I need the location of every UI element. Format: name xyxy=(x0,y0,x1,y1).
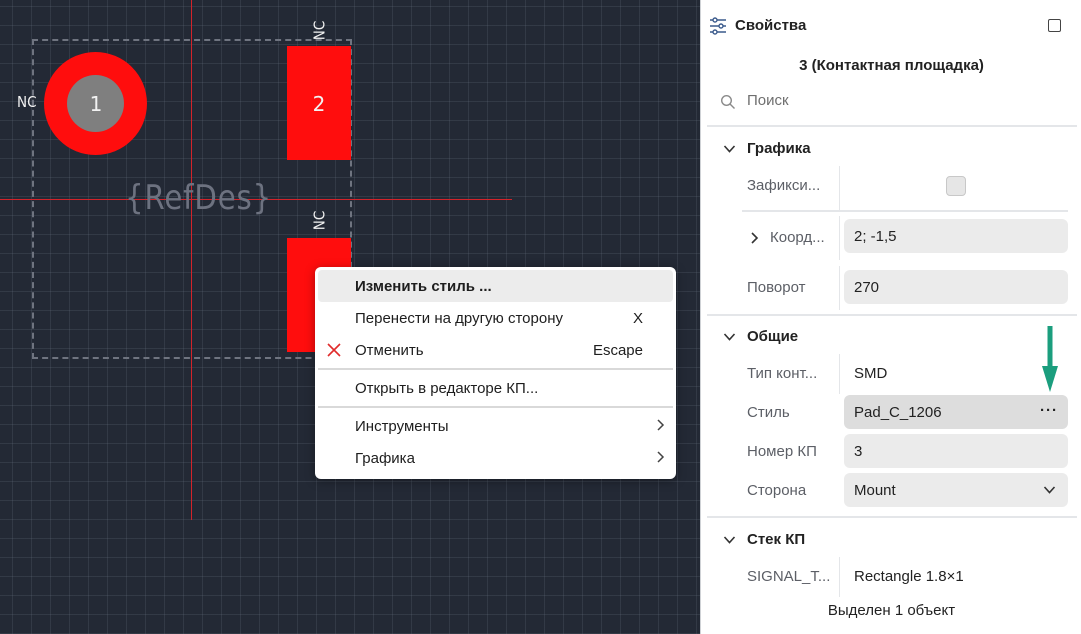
panel-header: Свойства xyxy=(701,0,1081,50)
coords-field[interactable]: 2; -1,5 xyxy=(844,219,1068,253)
section-title: Общие xyxy=(747,328,799,345)
chevron-right-icon xyxy=(655,450,665,468)
divider xyxy=(742,210,1068,212)
context-menu: Изменить стиль ... Перенести на другую с… xyxy=(315,267,676,479)
pad-1-label: 1 xyxy=(89,92,103,116)
rotation-field[interactable]: 270 xyxy=(844,270,1068,304)
column-divider xyxy=(839,354,840,394)
refdes-label: {RefDes} xyxy=(125,178,273,218)
search-input[interactable]: Поиск xyxy=(720,92,789,109)
status-footer: Выделен 1 объект xyxy=(827,602,956,619)
fixed-label: Зафикси... xyxy=(747,177,821,194)
close-icon xyxy=(326,342,342,362)
section-title: Графика xyxy=(747,140,811,157)
menu-item-label: Открыть в редакторе КП... xyxy=(355,379,539,397)
menu-item-move-to-other-side[interactable]: Перенести на другую сторону X xyxy=(318,302,673,334)
section-title: Стек КП xyxy=(747,531,806,548)
menu-item-shortcut: X xyxy=(632,310,643,327)
menu-separator xyxy=(318,368,673,370)
style-value: Pad_C_1206 xyxy=(854,403,942,421)
style-field[interactable]: Pad_C_1206 ··· xyxy=(844,395,1068,429)
column-divider xyxy=(839,266,840,310)
menu-item-label: Графика xyxy=(355,449,415,467)
pad-number-label: Номер КП xyxy=(747,443,817,460)
sliders-icon xyxy=(708,16,728,41)
properties-panel: Свойства 3 (Контактная площадка) Поиск Г… xyxy=(700,0,1081,634)
pad-2-label: 2 xyxy=(312,92,326,116)
menu-item-graphics[interactable]: Графика xyxy=(318,442,673,474)
chevron-down-icon xyxy=(1043,486,1056,494)
coords-value: 2; -1,5 xyxy=(854,227,897,245)
search-icon xyxy=(720,94,735,109)
signal-label: SIGNAL_T... xyxy=(747,568,831,585)
pad-number-value: 3 xyxy=(854,442,863,460)
section-general[interactable]: Общие xyxy=(723,328,798,345)
section-graphics[interactable]: Графика xyxy=(723,140,811,157)
side-select[interactable]: Mount xyxy=(844,473,1068,507)
side-label: Сторона xyxy=(747,482,807,499)
nc-label-pad-1: NC xyxy=(17,93,37,111)
menu-item-label: Перенести на другую сторону xyxy=(355,309,563,327)
pad-type-value: SMD xyxy=(854,365,888,382)
nc-label-pad-3: NC xyxy=(310,210,329,231)
rotation-value: 270 xyxy=(854,278,880,296)
menu-item-shortcut: Escape xyxy=(592,342,643,359)
object-title: 3 (Контактная площадка) xyxy=(799,57,984,74)
chevron-right-icon xyxy=(751,232,759,244)
menu-item-label: Изменить стиль ... xyxy=(355,277,492,295)
menu-item-change-style[interactable]: Изменить стиль ... xyxy=(318,270,673,302)
fixed-checkbox[interactable] xyxy=(946,176,966,196)
side-value: Mount xyxy=(854,481,896,499)
menu-item-tools[interactable]: Инструменты xyxy=(318,410,673,442)
divider xyxy=(707,516,1077,518)
style-label: Стиль xyxy=(747,404,790,421)
more-button[interactable]: ··· xyxy=(1040,402,1058,419)
menu-item-open-in-pad-editor[interactable]: Открыть в редакторе КП... xyxy=(318,372,673,404)
signal-value: Rectangle 1.8×1 xyxy=(854,568,964,585)
chevron-down-icon xyxy=(723,333,736,341)
maximize-icon[interactable] xyxy=(1048,19,1061,32)
menu-item-cancel[interactable]: Отменить Escape xyxy=(318,334,673,366)
divider xyxy=(707,125,1077,127)
search-placeholder: Поиск xyxy=(747,92,789,109)
section-pad-stack[interactable]: Стек КП xyxy=(723,531,805,548)
menu-separator xyxy=(318,406,673,408)
chevron-right-icon xyxy=(655,418,665,436)
menu-item-label: Инструменты xyxy=(355,417,449,435)
coords-row[interactable]: Коорд... xyxy=(750,229,825,246)
nc-label-pad-2: NC xyxy=(310,20,329,41)
chevron-down-icon xyxy=(723,536,736,544)
coords-label: Коорд... xyxy=(770,229,825,246)
column-divider xyxy=(839,166,840,210)
column-divider xyxy=(839,557,840,597)
divider xyxy=(707,314,1077,316)
menu-item-label: Отменить xyxy=(355,341,424,359)
column-divider xyxy=(839,216,840,260)
panel-title: Свойства xyxy=(735,17,807,34)
rotation-label: Поворот xyxy=(747,279,806,296)
arrow-down-icon xyxy=(1042,326,1058,392)
chevron-down-icon xyxy=(723,145,736,153)
pad-number-field[interactable]: 3 xyxy=(844,434,1068,468)
pad-type-label: Тип конт... xyxy=(747,365,818,382)
